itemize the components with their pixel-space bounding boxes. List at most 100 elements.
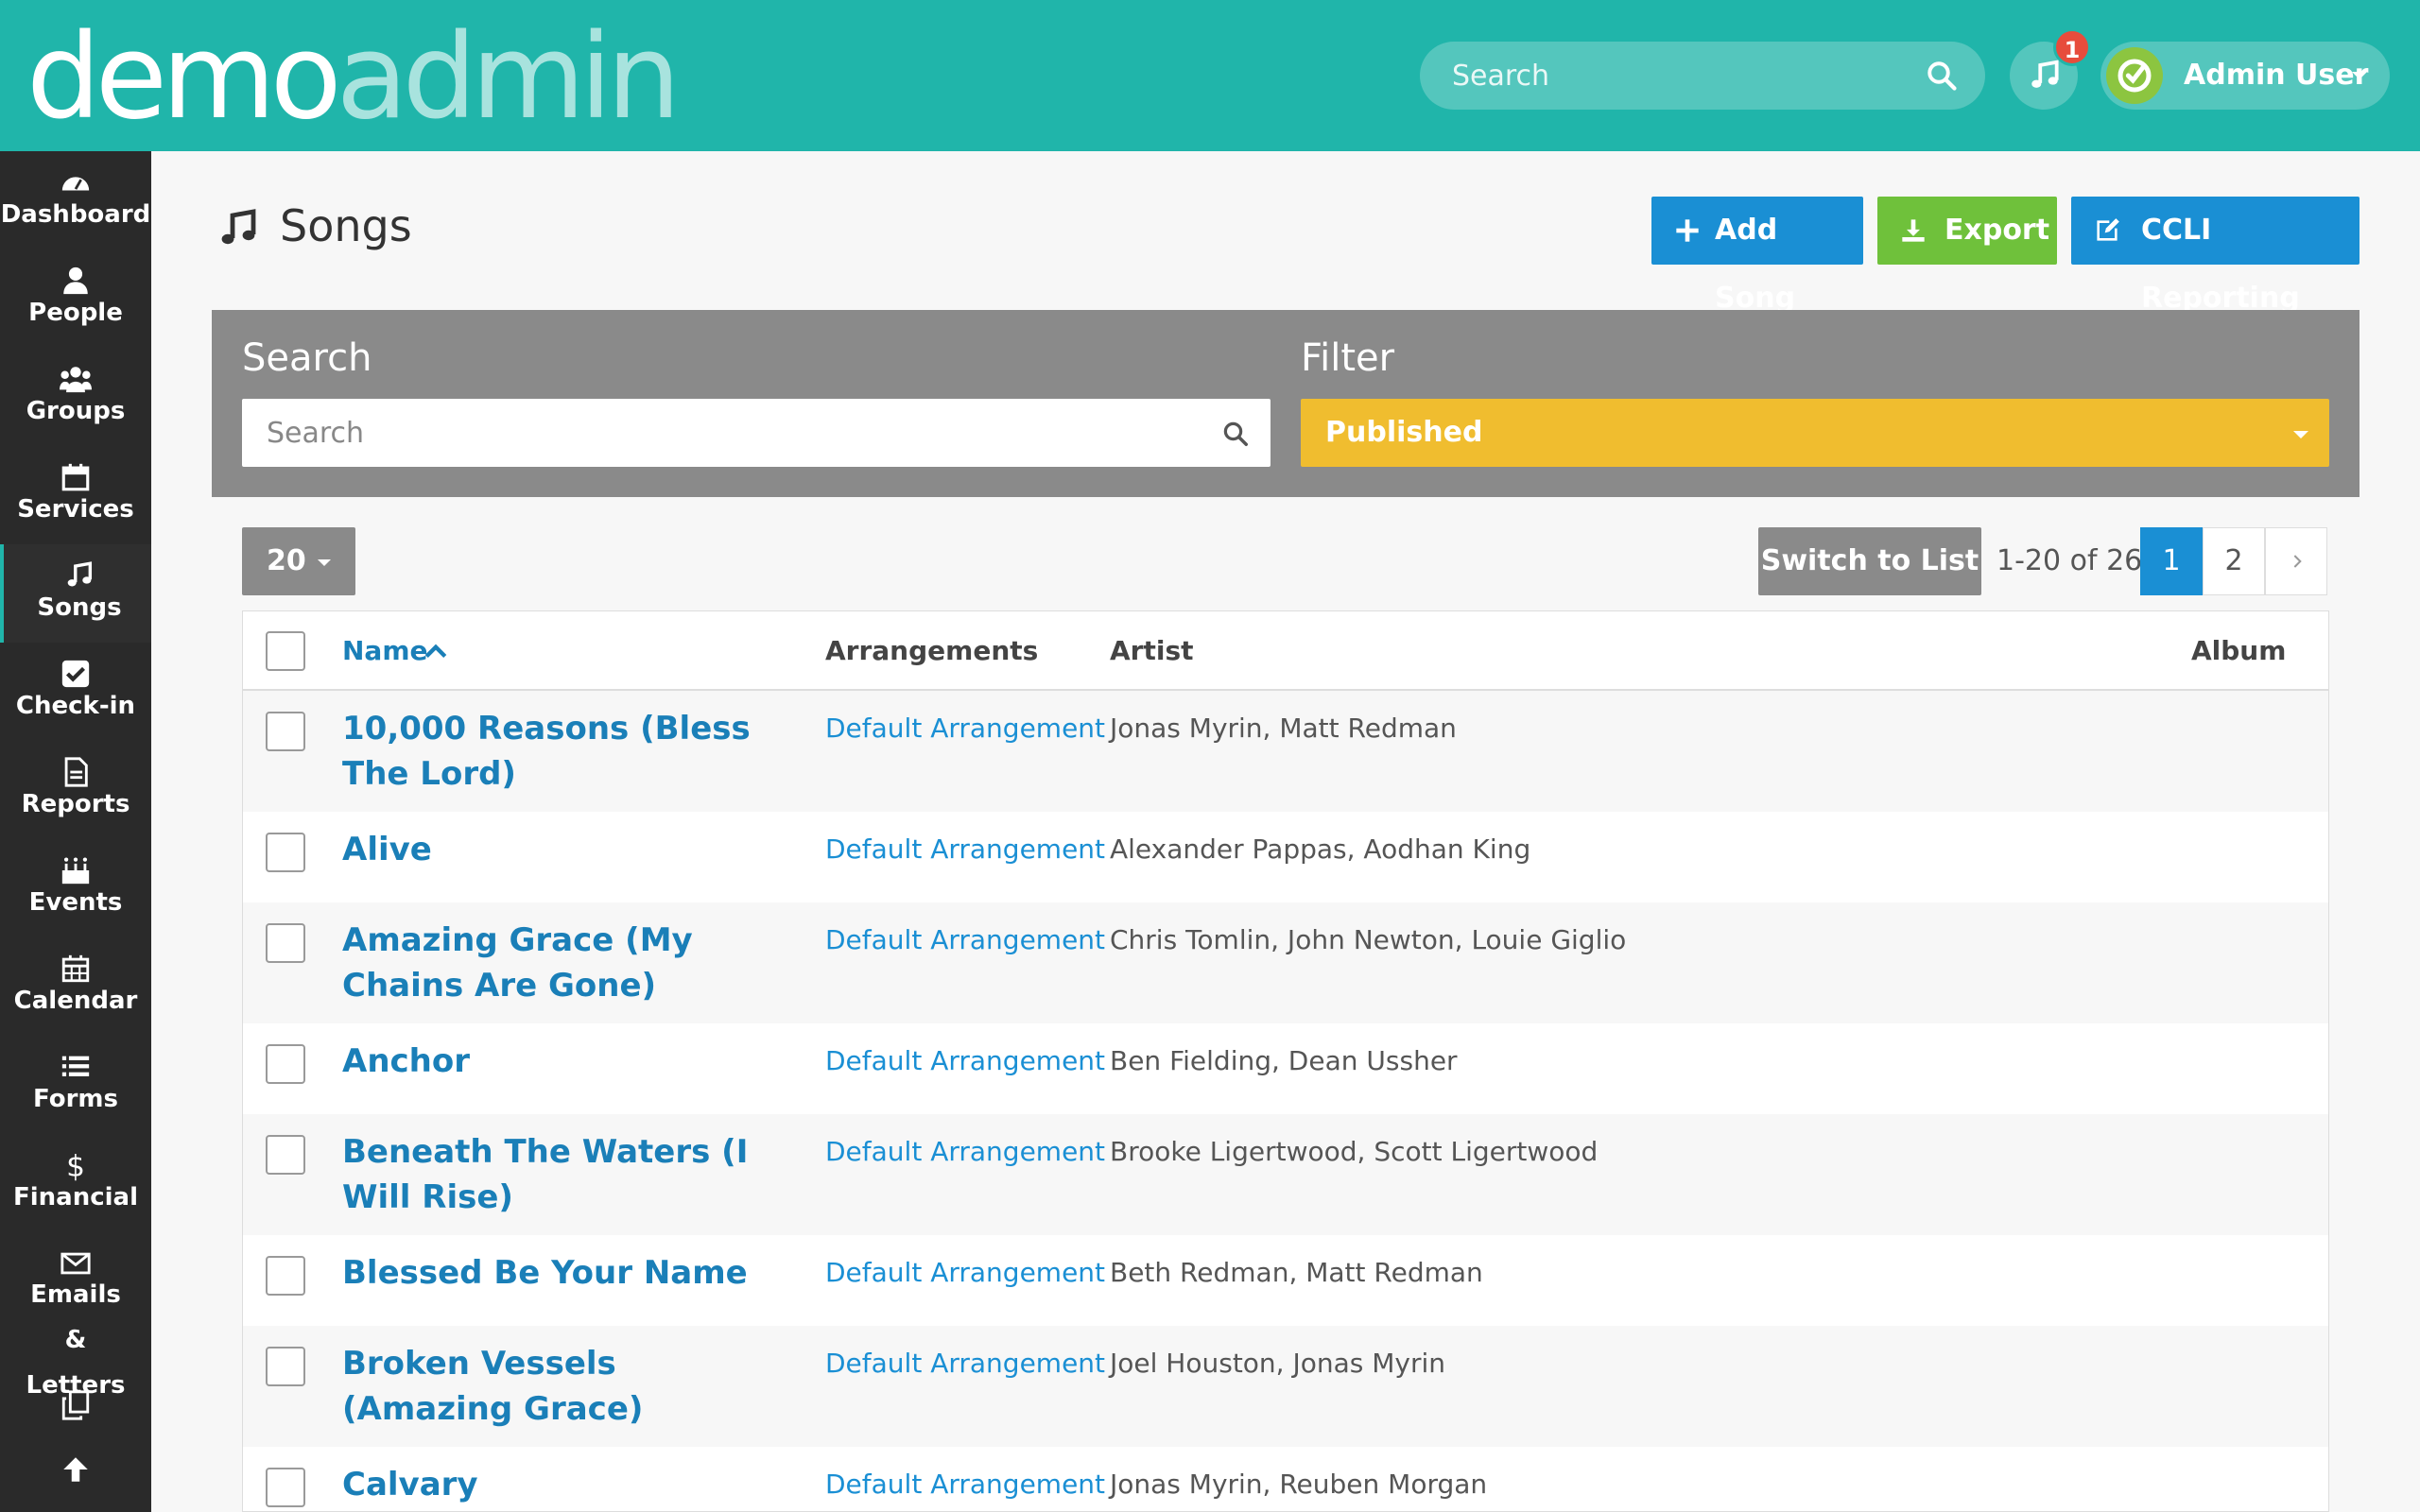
arrangement-link[interactable]: Default Arrangement (825, 1129, 1105, 1175)
artist-text: Beth Redman, Matt Redman (1110, 1257, 1483, 1288)
artist-text: Jonas Myrin, Reuben Morgan (1110, 1469, 1488, 1500)
arrangement-link[interactable]: Default Arrangement (825, 1341, 1105, 1386)
sidebar-item-label: Forms (33, 1085, 118, 1113)
top-header: demoadmin 1 Admin User (0, 0, 2420, 151)
song-name-link[interactable]: Anchor (342, 1039, 777, 1084)
sidebar-item-label: People (28, 299, 123, 327)
page-2-button[interactable]: 2 (2203, 527, 2265, 595)
global-search (1420, 42, 1985, 110)
table-row: Amazing Grace (My Chains Are Gone) Defau… (243, 902, 2328, 1023)
row-checkbox[interactable] (266, 923, 305, 963)
check-square-icon (61, 660, 90, 688)
export-button[interactable]: Export (1877, 197, 2057, 265)
chevron-down-icon (318, 559, 331, 566)
song-name-link[interactable]: Alive (342, 827, 777, 872)
document-icon (64, 757, 88, 787)
page-title: Songs (280, 200, 412, 251)
sidebar-item-reports[interactable]: Reports (0, 741, 151, 839)
filter-selected-value: Published (1325, 416, 1483, 449)
column-header-album[interactable]: Album (2191, 611, 2286, 691)
filter-label: Filter (1301, 336, 1395, 380)
person-icon (63, 266, 88, 295)
artist-text: Brooke Ligertwood, Scott Ligertwood (1110, 1136, 1599, 1167)
next-page-button[interactable] (2265, 527, 2327, 595)
table-row: Alive Default Arrangement Alexander Papp… (243, 812, 2328, 902)
arrangement-link[interactable]: Default Arrangement (825, 1039, 1105, 1084)
ccli-reporting-button[interactable]: CCLI Reporting (2071, 197, 2360, 315)
sidebar-item-events[interactable]: Events (0, 839, 151, 937)
song-name-link[interactable]: Calvary (342, 1462, 777, 1507)
arrangement-link[interactable]: Default Arrangement (825, 827, 1105, 872)
sidebar-item-label: Events (28, 888, 123, 917)
add-song-button[interactable]: Add Song (1651, 197, 1863, 315)
search-icon[interactable] (1925, 59, 1959, 93)
sidebar-item-check-in[interactable]: Check-in (0, 643, 151, 741)
artist-text: Joel Houston, Jonas Myrin (1110, 1348, 1446, 1379)
sidebar-item-groups[interactable]: Groups (0, 348, 151, 446)
sort-ascending-icon (424, 644, 447, 659)
sidebar-item-label: Calendar (13, 987, 138, 1015)
sidebar-item-financial[interactable]: $ Financial (0, 1134, 151, 1232)
app-logo[interactable]: demoadmin (26, 11, 681, 144)
column-header-name[interactable]: Name (342, 611, 447, 691)
song-name-link[interactable]: 10,000 Reasons (Bless The Lord) (342, 706, 777, 797)
calendar-icon (61, 463, 90, 491)
arrangement-link[interactable]: Default Arrangement (825, 918, 1105, 963)
arrangement-link[interactable]: Default Arrangement (825, 706, 1105, 751)
row-checkbox[interactable] (266, 1135, 305, 1175)
global-search-input[interactable] (1452, 42, 1906, 110)
user-name: Admin User (2184, 59, 2369, 92)
artist-text: Chris Tomlin, John Newton, Louie Giglio (1110, 924, 1627, 955)
row-checkbox[interactable] (266, 1347, 305, 1386)
per-page-value: 20 (267, 544, 306, 577)
row-checkbox[interactable] (266, 712, 305, 751)
song-name-link[interactable]: Blessed Be Your Name (342, 1250, 777, 1296)
sidebar-item-label: Reports (21, 790, 130, 818)
sidebar-item-people[interactable]: People (0, 249, 151, 348)
sidebar-item-calendar[interactable]: Calendar (0, 937, 151, 1036)
sidebar-item-songs[interactable]: Songs (0, 544, 151, 643)
arrangement-link[interactable]: Default Arrangement (825, 1462, 1105, 1507)
page-1-button[interactable]: 1 (2140, 527, 2203, 595)
sidebar-item-services[interactable]: Services (0, 446, 151, 544)
song-name-link[interactable]: Broken Vessels (Amazing Grace) (342, 1341, 777, 1432)
user-menu[interactable]: Admin User (2100, 42, 2390, 110)
select-all-checkbox[interactable] (266, 631, 305, 671)
groups-icon (60, 367, 92, 393)
song-name-link[interactable]: Amazing Grace (My Chains Are Gone) (342, 918, 777, 1008)
edit-icon (2097, 218, 2119, 241)
table-row: Anchor Default Arrangement Ben Fielding,… (243, 1023, 2328, 1114)
sidebar: Dashboard People Groups Services Songs C… (0, 151, 151, 1512)
song-search-input[interactable] (267, 399, 1193, 467)
download-icon (1902, 219, 1925, 242)
sidebar-item-dashboard[interactable]: Dashboard (0, 151, 151, 249)
song-name-link[interactable]: Beneath The Waters (I Will Rise) (342, 1129, 777, 1220)
arrangement-link[interactable]: Default Arrangement (825, 1250, 1105, 1296)
avatar (2106, 47, 2163, 104)
sidebar-item-copy[interactable] (0, 1376, 151, 1436)
pagination-range: 1-20 of 26 (1996, 544, 2143, 577)
music-icon (2031, 60, 2059, 88)
artist-text: Jonas Myrin, Matt Redman (1110, 713, 1457, 744)
sidebar-item-emails-letters[interactable]: Emails & Letters (0, 1232, 151, 1400)
table-row: Beneath The Waters (I Will Rise) Default… (243, 1114, 2328, 1235)
music-icon (221, 209, 256, 245)
row-checkbox[interactable] (266, 1256, 305, 1296)
plus-icon (1676, 219, 1699, 242)
user-logo-icon (2118, 59, 2152, 93)
sidebar-collapse-button[interactable] (0, 1444, 151, 1504)
sidebar-item-label: Check-in (15, 692, 136, 720)
notification-badge: 1 (2053, 28, 2091, 66)
table-row: Blessed Be Your Name Default Arrangement… (243, 1235, 2328, 1326)
search-icon[interactable] (1221, 420, 1250, 448)
row-checkbox[interactable] (266, 833, 305, 872)
filter-select[interactable]: Published (1301, 399, 2329, 467)
row-checkbox[interactable] (266, 1468, 305, 1507)
switch-to-list-button[interactable]: Switch to List (1758, 527, 1981, 595)
column-header-artist[interactable]: Artist (1110, 611, 1194, 691)
table-header: Name Arrangements Artist Album (243, 611, 2328, 691)
sidebar-item-forms[interactable]: Forms (0, 1036, 151, 1134)
column-header-arrangements[interactable]: Arrangements (825, 611, 1038, 691)
per-page-dropdown[interactable]: 20 (242, 527, 355, 595)
row-checkbox[interactable] (266, 1044, 305, 1084)
